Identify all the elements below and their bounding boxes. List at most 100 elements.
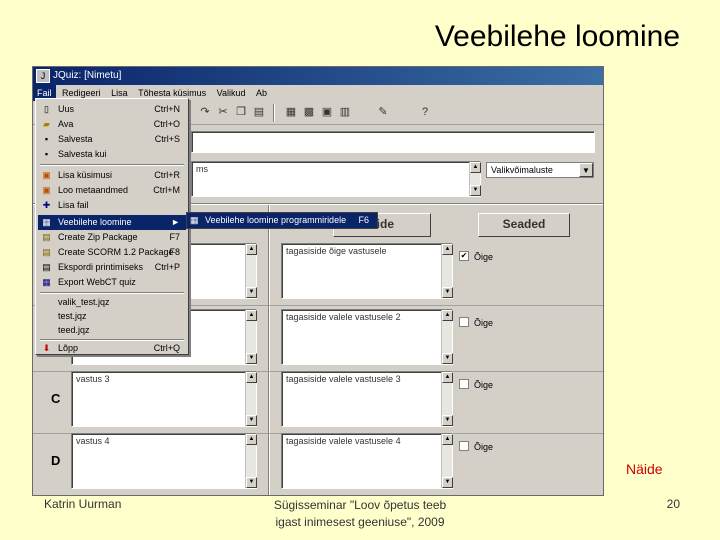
correct-checkbox-b[interactable]: Õige xyxy=(459,313,493,331)
submenu-arrow-icon: ► xyxy=(171,217,180,227)
correct-checkbox-a[interactable]: ✔ Õige xyxy=(459,247,493,265)
settings-icon[interactable]: ▥ xyxy=(337,104,353,120)
add-questions-icon: ▣ xyxy=(42,170,51,180)
feedback-field-b[interactable]: tagasiside valele vastusele 2 ▲ ▼ xyxy=(281,309,453,365)
correct-label: Õige xyxy=(474,318,494,328)
copy-icon[interactable]: ❐ xyxy=(233,104,249,120)
edit-icon[interactable]: ✎ xyxy=(375,104,391,120)
menu-item-recent-1[interactable]: valik_test.jqz xyxy=(38,295,186,310)
window-titlebar[interactable]: J JQuiz: [Nimetu] xyxy=(33,67,603,85)
web-page-icon: ▦ xyxy=(190,215,199,225)
row-letter-d: D xyxy=(51,453,61,468)
redo-icon[interactable]: ↷ xyxy=(197,104,213,120)
menu-item-salvesta-kui[interactable]: ▪ Salvesta kui xyxy=(38,147,186,162)
checkbox-icon[interactable] xyxy=(459,378,469,389)
scorm-icon: ▤ xyxy=(42,247,51,257)
correct-checkbox-c[interactable]: Õige xyxy=(459,375,493,393)
menu-item-scorm[interactable]: ▤ Create SCORM 1.2 Package F8 xyxy=(38,245,186,260)
feedback-scrollbar[interactable]: ▲ ▼ xyxy=(441,310,453,364)
chevron-down-icon[interactable]: ▼ xyxy=(579,163,593,177)
question-type-value: Valikvõimaluste xyxy=(491,165,553,175)
menu-item-webct[interactable]: ▦ Export WebCT quiz xyxy=(38,275,186,290)
submenu-web-program[interactable]: ▦ Veebilehe loomine programmiridele F6 xyxy=(186,212,378,229)
zip-icon: ▤ xyxy=(42,232,51,242)
question-scrollbar[interactable]: ▲ ▼ xyxy=(469,162,481,196)
page-number: 20 xyxy=(666,497,680,511)
menu-ab[interactable]: Ab xyxy=(252,85,271,101)
open-folder-icon: ▰ xyxy=(43,119,50,129)
feedback-field-d[interactable]: tagasiside valele vastusele 4 ▲ ▼ xyxy=(281,433,453,489)
submenu-label: Veebilehe loomine programmiridele xyxy=(205,215,347,225)
footer-author: Katrin Uurman xyxy=(44,497,122,511)
menu-valikud[interactable]: Valikud xyxy=(213,85,250,101)
html-icon[interactable]: ▦ xyxy=(283,104,299,120)
menu-item-salvesta[interactable]: ▪ Salvesta Ctrl+S xyxy=(38,132,186,147)
checkbox-icon[interactable] xyxy=(459,440,469,451)
menu-item-lopp[interactable]: ⬇ Lõpp Ctrl+Q xyxy=(38,341,186,356)
feedback-text: tagasiside valele vastusele 4 xyxy=(286,436,401,446)
footer-event: Sügisseminar "Loov õpetus teeb igast ini… xyxy=(240,497,480,531)
question-textarea[interactable]: ms ▲ ▼ xyxy=(191,161,481,197)
question-type-select[interactable]: Valikvõimaluste ▼ xyxy=(486,162,594,178)
export-icon[interactable]: ▣ xyxy=(319,104,335,120)
menu-item-lisa-kusimusi[interactable]: ▣ Lisa küsimusi Ctrl+R xyxy=(38,168,186,183)
menu-separator xyxy=(40,292,184,294)
answer-scrollbar[interactable]: ▲ ▼ xyxy=(245,372,257,426)
paste-icon[interactable]: ▤ xyxy=(251,104,267,120)
print-icon: ▤ xyxy=(42,262,51,272)
menu-item-recent-3[interactable]: teed.jqz xyxy=(38,323,186,338)
correct-label: Õige xyxy=(474,442,494,452)
menu-item-zip[interactable]: ▤ Create Zip Package F7 xyxy=(38,230,186,245)
feedback-scrollbar[interactable]: ▲ ▼ xyxy=(441,372,453,426)
add-file-icon: ✚ xyxy=(42,200,51,210)
feedback-field-a[interactable]: tagasiside õige vastusele ▲ ▼ xyxy=(281,243,453,299)
app-icon: J xyxy=(36,69,50,83)
checkmark-icon[interactable]: ✔ xyxy=(459,250,469,261)
menu-item-ekspordi[interactable]: ▤ Ekspordi printimiseks Ctrl+P xyxy=(38,260,186,275)
answer-field-c[interactable]: vastus 3 ▲ ▼ xyxy=(71,371,257,427)
feedback-text: tagasiside valele vastusele 2 xyxy=(286,312,401,322)
correct-label: Õige xyxy=(474,252,494,262)
submenu-shortcut: F6 xyxy=(358,215,369,225)
question-text: ms xyxy=(196,164,208,174)
save-icon: ▪ xyxy=(44,134,49,144)
menu-item-veebilehe-loomine[interactable]: ▦ Veebilehe loomine ► xyxy=(38,215,186,230)
correct-checkbox-d[interactable]: Õige xyxy=(459,437,493,455)
menu-item-recent-2[interactable]: test.jqz xyxy=(38,309,186,324)
menu-separator xyxy=(40,164,184,166)
web-icon[interactable]: ▩ xyxy=(301,104,317,120)
correct-label: Õige xyxy=(474,380,494,390)
footer-event-line1: Sügisseminar "Loov õpetus teeb xyxy=(273,498,447,512)
answer-scrollbar[interactable]: ▲ ▼ xyxy=(245,310,257,364)
feedback-field-c[interactable]: tagasiside valele vastusele 3 ▲ ▼ xyxy=(281,371,453,427)
checkbox-icon[interactable] xyxy=(459,316,469,327)
footer-event-line2: igast inimesest geeniuse", 2009 xyxy=(275,515,445,529)
quiz-title-field[interactable] xyxy=(191,131,595,153)
menu-item-metaandmed[interactable]: ▣ Loo metaandmed Ctrl+M xyxy=(38,183,186,198)
help-icon[interactable]: ? xyxy=(417,104,433,120)
feedback-scrollbar[interactable]: ▲ ▼ xyxy=(441,434,453,488)
answer-text: vastus 4 xyxy=(76,436,110,446)
new-file-icon: ▯ xyxy=(44,104,49,114)
answer-scrollbar[interactable]: ▲ ▼ xyxy=(245,244,257,298)
metadata-icon: ▣ xyxy=(42,185,51,195)
feedback-text: tagasiside õige vastusele xyxy=(286,246,387,256)
slide-title: Veebilehe loomine xyxy=(434,20,680,53)
example-label: Näide xyxy=(626,461,663,477)
window-title: JQuiz: [Nimetu] xyxy=(53,70,122,81)
menu-item-uus[interactable]: ▯ Uus Ctrl+N xyxy=(38,102,186,117)
row-letter-c: C xyxy=(51,391,61,406)
menu-item-lisa-fail[interactable]: ✚ Lisa fail xyxy=(38,198,186,213)
menu-item-ava[interactable]: ▰ Ava Ctrl+O xyxy=(38,117,186,132)
answer-text: vastus 3 xyxy=(76,374,110,384)
cut-icon[interactable]: ✂ xyxy=(215,104,231,120)
feedback-text: tagasiside valele vastusele 3 xyxy=(286,374,401,384)
feedback-scrollbar[interactable]: ▲ ▼ xyxy=(441,244,453,298)
answer-scrollbar[interactable]: ▲ ▼ xyxy=(245,434,257,488)
file-menu-dropdown: ▯ Uus Ctrl+N ▰ Ava Ctrl+O ▪ Salvesta Ctrl+S ▪ S… xyxy=(35,98,189,355)
exit-icon: ⬇ xyxy=(42,343,51,353)
web-page-icon: ▦ xyxy=(42,217,51,227)
save-as-icon: ▪ xyxy=(44,149,49,159)
settings-button[interactable]: Seaded xyxy=(478,213,570,237)
answer-field-d[interactable]: vastus 4 ▲ ▼ xyxy=(71,433,257,489)
